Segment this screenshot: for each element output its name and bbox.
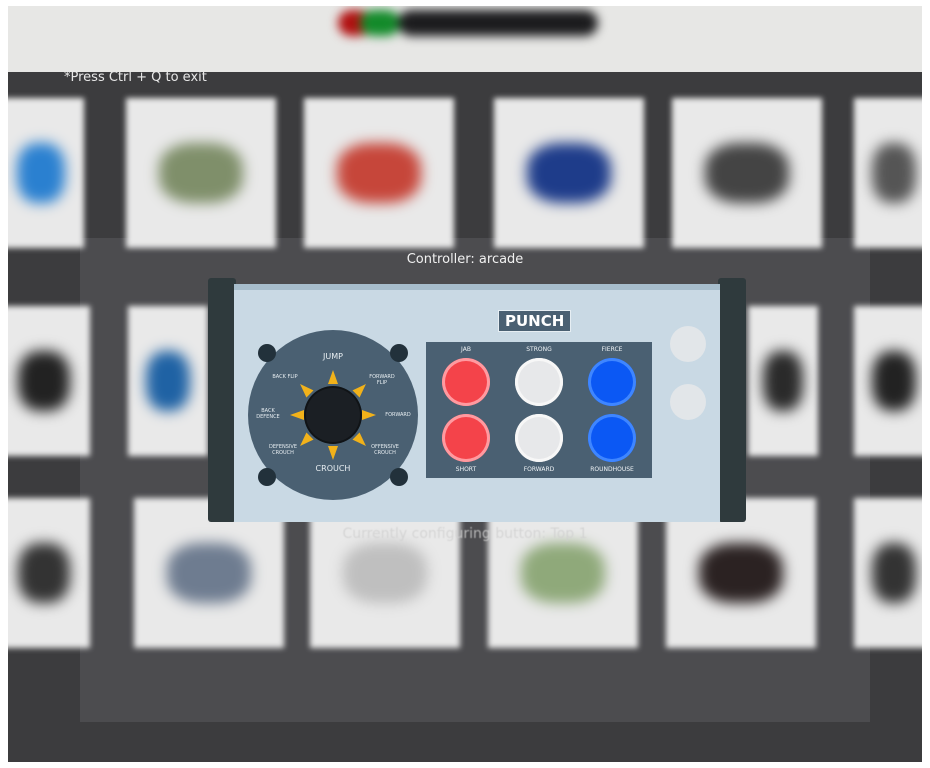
game-screen: *Press Ctrl + Q to exit Controller: arca… (8, 6, 922, 762)
game-tile[interactable] (854, 98, 922, 248)
button-label-strong: STRONG (526, 346, 552, 353)
button-label-short: SHORT (455, 466, 477, 473)
button-label-roundhouse: ROUNDHOUSE (590, 466, 634, 473)
direction-label-up-left: BACK FLIP (272, 374, 298, 380)
direction-label-up: JUMP (323, 352, 343, 361)
game-tile[interactable] (304, 98, 454, 248)
joystick-icon[interactable] (306, 388, 360, 442)
top-1-button[interactable] (670, 326, 706, 362)
direction-label-down-left: DEFENSIVE CROUCH (268, 444, 297, 456)
left-arrow-icon (290, 410, 304, 420)
up-arrow-icon (328, 370, 338, 384)
fierce-button[interactable] (588, 358, 636, 406)
strong-button[interactable] (515, 358, 563, 406)
direction-label-right: FORWARD (385, 412, 411, 418)
game-tile[interactable] (854, 498, 922, 648)
right-arrow-icon (362, 410, 376, 420)
game-tile[interactable] (672, 98, 822, 248)
screw-icon (258, 344, 276, 362)
screw-icon (258, 468, 276, 486)
top-bar (8, 6, 922, 72)
jab-button[interactable] (442, 358, 490, 406)
game-tile[interactable] (8, 498, 90, 648)
screw-icon (390, 468, 408, 486)
punch-button-block: JAB STRONG FIERCE SHORT FORWARD ROUNDHOU… (426, 342, 652, 478)
button-label-jab: JAB (461, 346, 471, 353)
roundhouse-button[interactable] (588, 414, 636, 462)
up-left-arrow-icon (296, 380, 314, 398)
direction-label-left: BACK DEFENCE (256, 408, 280, 420)
game-tile[interactable] (494, 98, 644, 248)
direction-label-down-right: OFFENSIVE CROUCH (371, 444, 399, 456)
controller-label: Controller: arcade (406, 252, 524, 267)
button-label-fierce: FIERCE (601, 346, 623, 353)
down-arrow-icon (328, 446, 338, 460)
game-tile[interactable] (8, 306, 90, 456)
direction-label-down: CROUCH (315, 464, 351, 473)
top-2-button[interactable] (670, 384, 706, 420)
status-text: Currently configuring button: Top 1 (342, 526, 588, 542)
panel-left-cap (208, 278, 236, 522)
joystick-plate: JUMP CROUCH BACK FLIP FORWARD FLIP BACK … (248, 330, 418, 500)
game-tile[interactable] (128, 306, 208, 456)
panel-right-cap (718, 278, 746, 522)
game-tile[interactable] (748, 306, 818, 456)
button-label-forward: FORWARD (523, 466, 555, 473)
app-logo (338, 6, 608, 44)
short-button[interactable] (442, 414, 490, 462)
game-tile[interactable] (126, 98, 276, 248)
screw-icon (390, 344, 408, 362)
game-tile[interactable] (8, 98, 84, 248)
exit-hint: *Press Ctrl + Q to exit (64, 70, 207, 85)
punch-title: PUNCH (498, 310, 572, 332)
forward-button[interactable] (515, 414, 563, 462)
controller-diagram: JUMP CROUCH BACK FLIP FORWARD FLIP BACK … (234, 284, 720, 522)
game-tile[interactable] (854, 306, 922, 456)
direction-label-up-right: FORWARD FLIP (369, 374, 395, 386)
controller-panel: JUMP CROUCH BACK FLIP FORWARD FLIP BACK … (208, 278, 748, 526)
